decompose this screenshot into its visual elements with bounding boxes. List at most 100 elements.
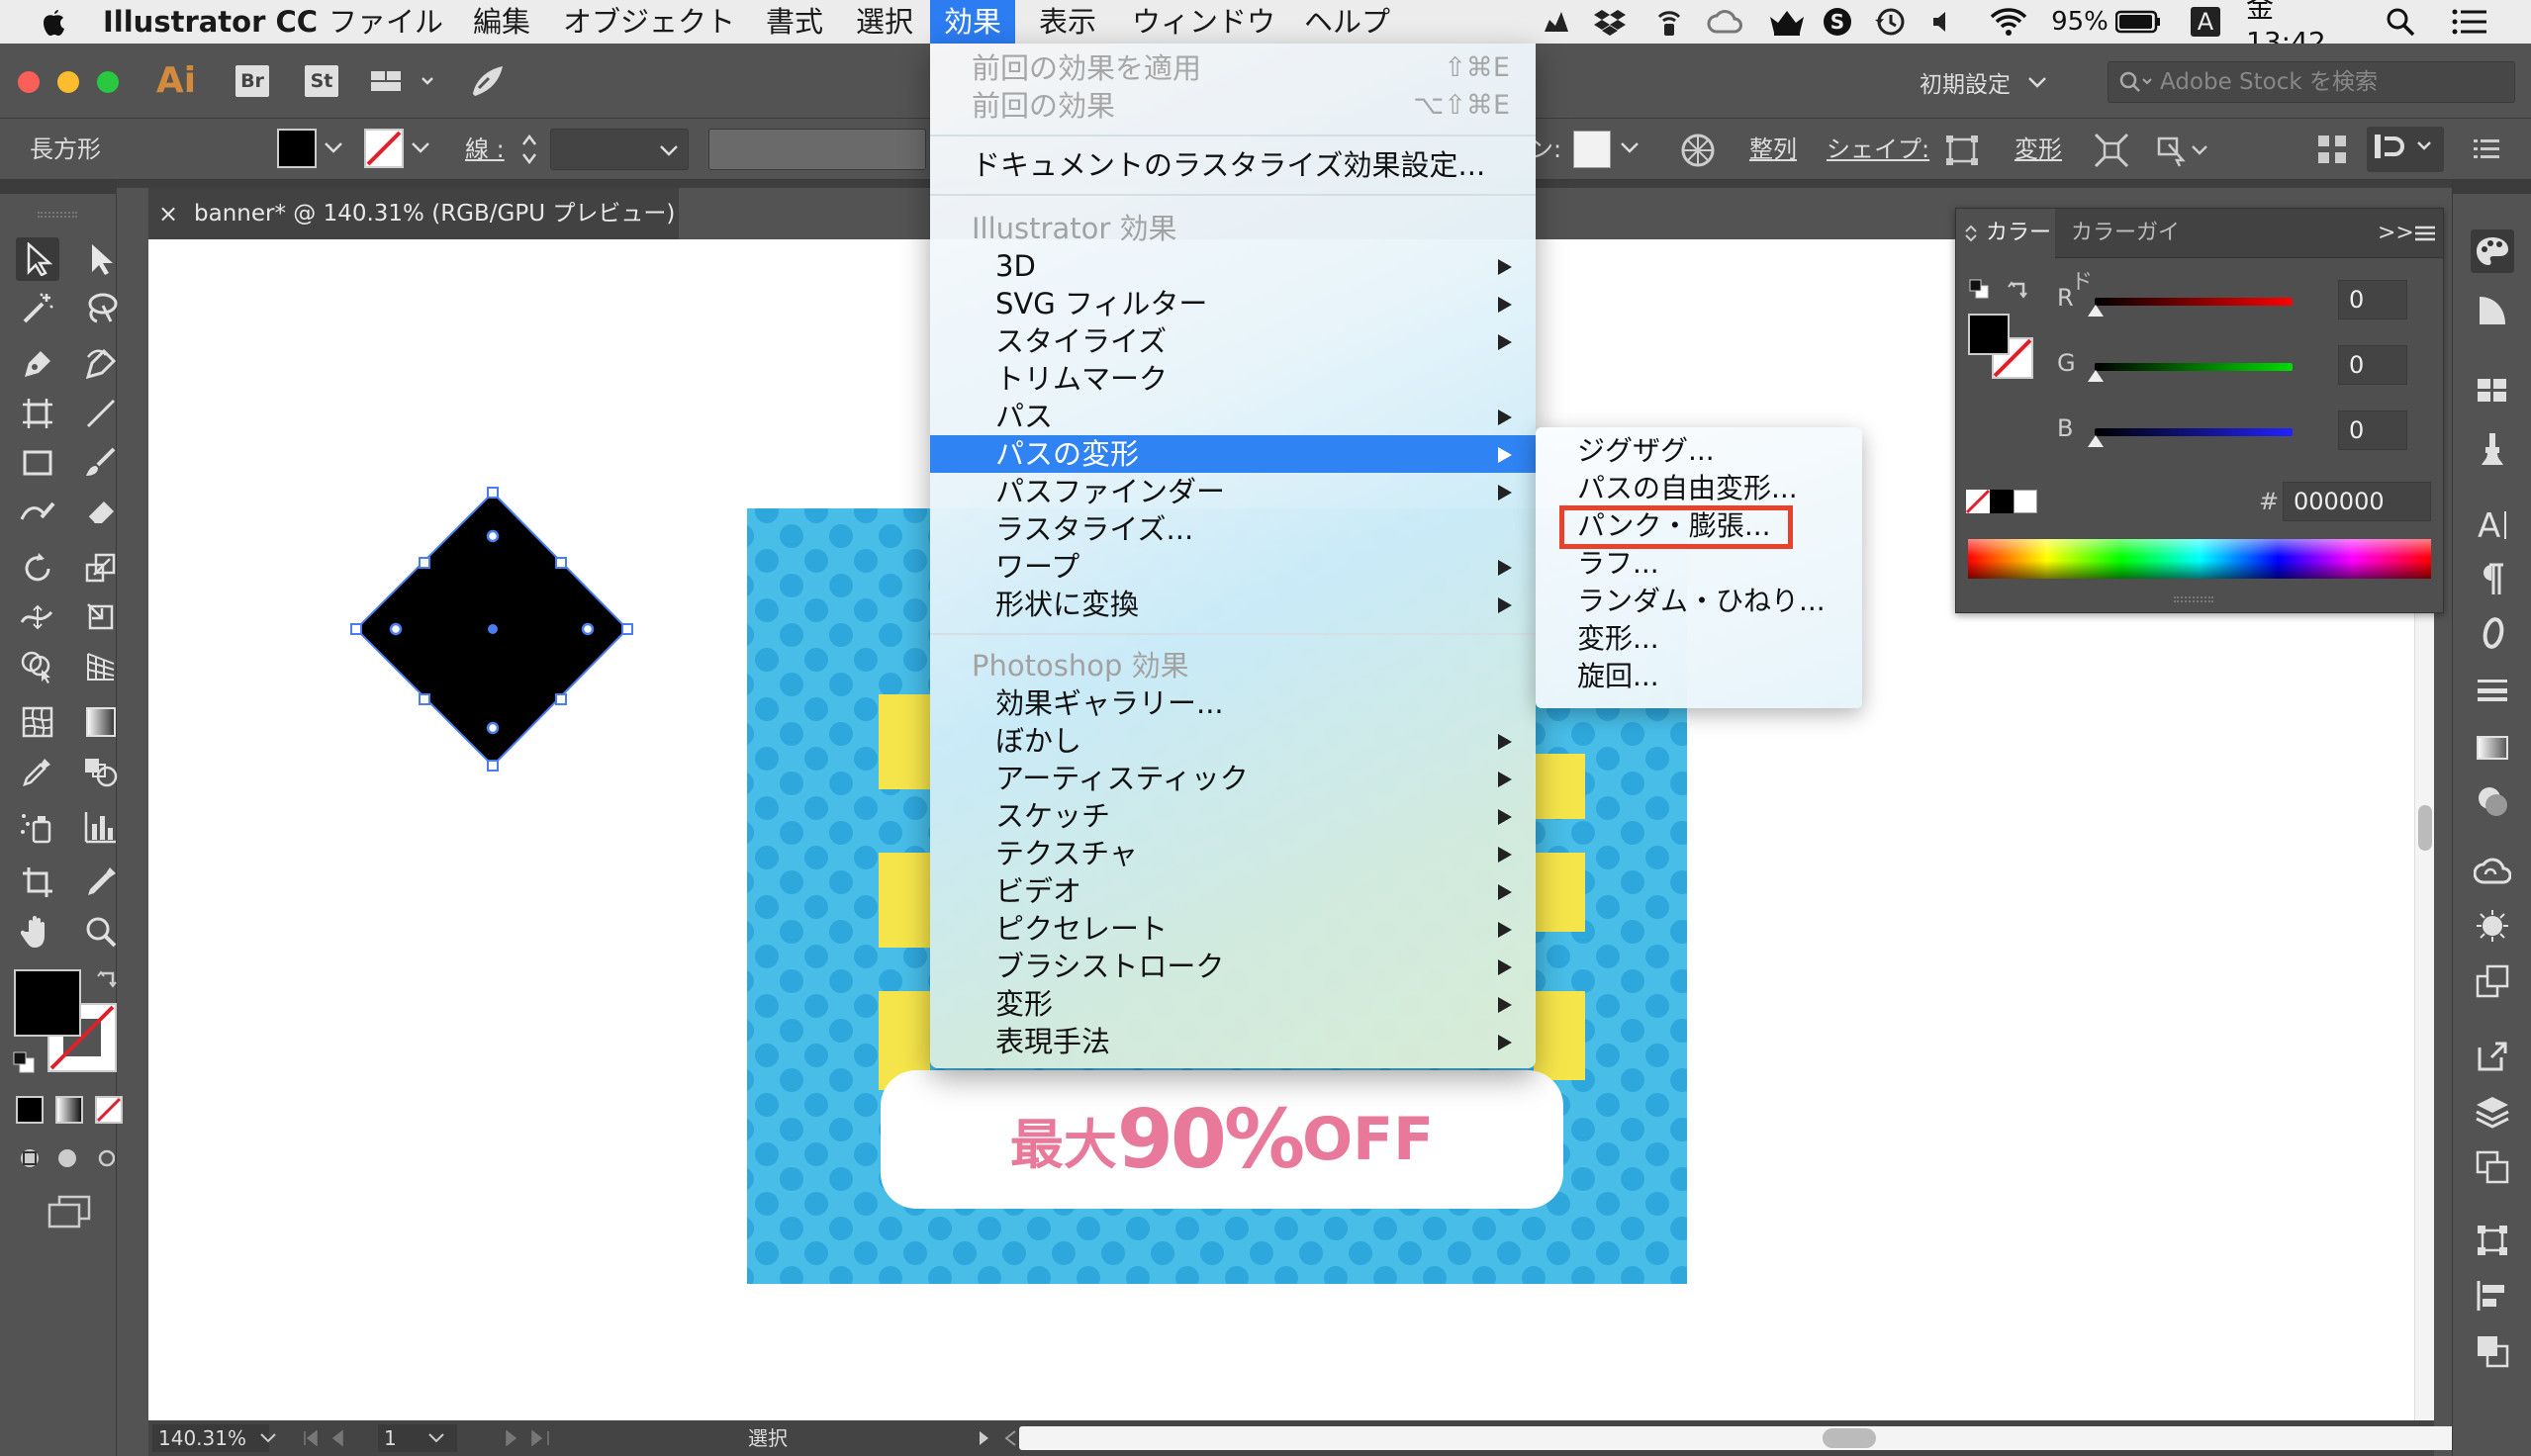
curvature-tool[interactable] — [79, 342, 123, 386]
eyedropper-alt-tool[interactable] — [79, 861, 123, 904]
skype-icon[interactable]: S — [1823, 7, 1852, 37]
none-mode-button[interactable] — [95, 1096, 123, 1124]
menu-item-pixelate[interactable]: ピクセレート — [930, 910, 1536, 948]
close-document-button[interactable]: × — [158, 188, 178, 239]
fill-dropdown-chevron-icon[interactable] — [323, 138, 344, 158]
tools-panel-header[interactable] — [0, 180, 117, 194]
direct-selection-tool[interactable] — [79, 237, 123, 281]
control-bar-menu-icon[interactable] — [2472, 135, 2501, 164]
menu-item-sketch[interactable]: スケッチ — [930, 797, 1536, 835]
r-value-field[interactable]: 0 — [2338, 280, 2407, 319]
r-slider-track[interactable] — [2095, 298, 2293, 306]
b-slider-handle[interactable] — [2087, 434, 2105, 448]
menu-item-brush-strokes[interactable]: ブラシストローク — [930, 948, 1536, 985]
lasso-tool[interactable] — [79, 287, 123, 330]
artboard-chevron-icon[interactable] — [427, 1432, 445, 1444]
vertical-scroll-thumb[interactable] — [2418, 805, 2432, 851]
gradient-tool[interactable] — [79, 700, 123, 744]
screen-mode-icon[interactable] — [47, 1195, 91, 1228]
artboards-dock-button[interactable] — [2471, 1145, 2514, 1189]
arrange-grid-icon[interactable] — [2315, 133, 2349, 166]
panel-menu-icon[interactable] — [2413, 224, 2437, 243]
menu-item-rasterize[interactable]: ラスタライズ... — [930, 510, 1536, 548]
tools-grip[interactable] — [38, 212, 77, 218]
bridge-button[interactable]: Br — [235, 65, 269, 97]
submenu-item-tweak[interactable]: ランダム・ひねり... — [1577, 583, 1826, 620]
status-nav-arrows-icon[interactable] — [976, 1430, 1019, 1446]
tab-color-guide[interactable]: カラーガイド — [2057, 209, 2196, 295]
menu-item-texture[interactable]: テクスチャ — [930, 835, 1536, 872]
menu-select[interactable]: 選択 — [842, 0, 927, 44]
zoom-level-field[interactable]: 140.31% — [152, 1424, 269, 1452]
volume-icon[interactable] — [1929, 7, 1955, 37]
submenu-item-free-distort[interactable]: パスの自由変形... — [1577, 470, 1798, 507]
scale-tool[interactable] — [79, 546, 123, 590]
submenu-item-transform[interactable]: 変形... — [1577, 620, 1659, 658]
perspective-grid-tool[interactable] — [79, 645, 123, 688]
stroke-dropdown-chevron-icon[interactable] — [410, 138, 431, 158]
battery-icon[interactable] — [2113, 7, 2163, 37]
stepper-arrows-icon[interactable] — [520, 131, 538, 168]
menu-item-video[interactable]: ビデオ — [930, 872, 1536, 910]
shape-properties-link[interactable]: シェイプ: — [1827, 119, 1929, 180]
align-dock-button[interactable] — [2471, 1274, 2514, 1318]
fill-color-box-front[interactable] — [14, 969, 81, 1037]
submenu-item-roughen[interactable]: ラフ... — [1577, 545, 1659, 583]
recolor-artwork-icon[interactable] — [1678, 131, 1718, 170]
selection-tool[interactable] — [16, 237, 59, 281]
menu-window[interactable]: ウィンドウ — [1118, 0, 1289, 44]
panel-options-toggle[interactable] — [2367, 127, 2444, 172]
input-source-indicator[interactable]: A — [2191, 7, 2220, 37]
pathfinder-dock-button[interactable] — [2471, 1329, 2514, 1373]
menu-item-pathfinder[interactable]: パスファインダー — [930, 473, 1536, 510]
swap-colors-icon[interactable] — [97, 967, 119, 989]
dock-header[interactable] — [2453, 180, 2531, 194]
stroke-dock-button[interactable] — [2471, 669, 2514, 712]
menu-help[interactable]: ヘルプ — [1290, 0, 1404, 44]
gradient-mode-button[interactable] — [55, 1096, 83, 1124]
window-zoom-button[interactable] — [97, 71, 119, 93]
window-close-button[interactable] — [18, 71, 40, 93]
g-slider-handle[interactable] — [2087, 369, 2105, 383]
menu-effect[interactable]: 効果 — [930, 0, 1016, 44]
select-similar-icon[interactable] — [2153, 133, 2210, 168]
stroke-weight-label[interactable]: 線 : — [465, 119, 505, 180]
width-tool[interactable] — [16, 595, 59, 639]
appearance-dock-button[interactable] — [2471, 904, 2514, 948]
dropbox-icon[interactable] — [1593, 7, 1627, 37]
hand-tool[interactable] — [16, 910, 59, 954]
menu-item-distort-ps[interactable]: 変形 — [930, 985, 1536, 1023]
drawing-modes-icon[interactable] — [16, 1143, 115, 1173]
panel-fill-swatch[interactable] — [1968, 314, 2010, 355]
column-graph-tool[interactable] — [79, 805, 123, 849]
submenu-item-zig-zag[interactable]: ジグザグ... — [1577, 432, 1715, 470]
eraser-tool[interactable] — [79, 491, 123, 534]
status-app-icon[interactable] — [1540, 7, 1573, 37]
first-prev-artboard-icon[interactable] — [303, 1430, 362, 1446]
menu-item-trim-marks[interactable]: トリムマーク — [930, 360, 1536, 398]
creative-cloud-icon[interactable] — [1706, 7, 1743, 37]
stock-button[interactable]: St — [305, 65, 338, 97]
artboard-number-field[interactable]: 1 — [378, 1424, 457, 1452]
b-slider-track[interactable] — [2095, 428, 2293, 436]
menu-view[interactable]: 表示 — [1025, 0, 1110, 44]
time-machine-icon[interactable] — [1874, 7, 1906, 37]
paragraph-dock-button[interactable] — [2471, 558, 2514, 601]
blend-tool[interactable] — [79, 750, 123, 793]
menu-item-path[interactable]: パス — [930, 398, 1536, 435]
menu-item-artistic[interactable]: アーティスティック — [930, 760, 1536, 797]
r-slider-handle[interactable] — [2087, 304, 2105, 318]
stroke-swatch[interactable] — [364, 129, 404, 168]
app-name-menu[interactable]: Illustrator CC — [89, 0, 331, 44]
eyedropper-tool[interactable] — [16, 750, 59, 793]
menu-item-raster-effect-settings[interactable]: ドキュメントのラスタライズ効果設定... — [930, 146, 1536, 184]
hex-value-field[interactable]: 000000 — [2283, 482, 2431, 521]
menu-item-3d[interactable]: 3D — [930, 247, 1536, 285]
color-mode-button[interactable] — [16, 1096, 44, 1124]
line-segment-tool[interactable] — [79, 392, 123, 435]
swap-fill-stroke-icon[interactable] — [2008, 278, 2029, 300]
notification-center-icon[interactable] — [2450, 7, 2489, 37]
apple-menu[interactable] — [26, 0, 81, 44]
wifi-sync-icon[interactable] — [1654, 7, 1684, 37]
workspace-switcher[interactable]: 初期設定 — [1920, 63, 2068, 101]
